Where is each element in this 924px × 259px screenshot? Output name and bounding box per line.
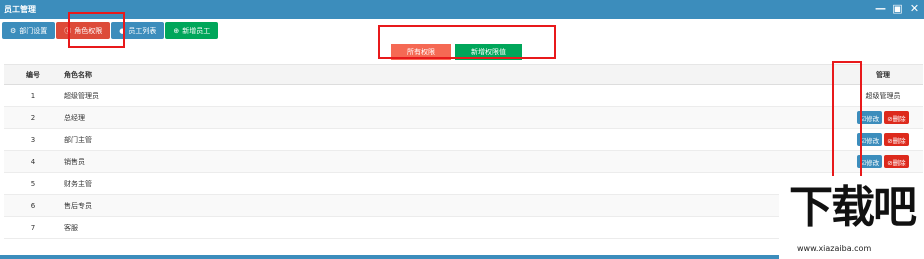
tab-department-settings[interactable]: ⚙ 部门设置 [2,22,56,39]
tab-employee-list[interactable]: ● 员工列表 [111,22,165,39]
edit-button[interactable]: ☑修改 [857,111,883,124]
delete-button[interactable]: ⊘删除 [884,133,909,146]
row-num: 4 [4,150,62,173]
column-header-num: 编号 [4,64,62,85]
row-role-name: 销售员 [62,150,843,173]
table-row: 2 总经理 ☑修改 ⊘删除 [4,106,923,129]
column-header-manage: 管理 [843,64,923,85]
tab-bar: ⚙ 部门设置 ⓘ 角色权限 ● 员工列表 ⊕ 新增员工 [2,22,219,39]
table-row: 1 超级管理员 超级管理员 [4,84,923,107]
tab-add-employee[interactable]: ⊕ 新增员工 [165,22,219,39]
tab-label: 部门设置 [19,26,48,35]
tab-label: 员工列表 [128,26,157,35]
row-role-name: 部门主管 [62,128,843,151]
table-header-row: 编号 角色名称 管理 [4,64,923,85]
user-icon: ● [119,26,126,35]
close-icon[interactable]: ✕ [909,1,920,16]
permission-actions: 所有权限 新增权限值 [391,44,522,60]
info-circle-icon: ⓘ [64,26,72,35]
watermark-logo: 下载吧 www.xiazaiba.com [779,176,924,259]
window-controls: — ▣ ✕ [875,1,920,16]
edit-button[interactable]: ☑修改 [857,155,883,168]
row-role-name: 财务主管 [62,172,843,195]
row-num: 6 [4,194,62,217]
watermark-url: www.xiazaiba.com [797,244,872,253]
row-manage-text: 超级管理员 [843,84,923,107]
plus-circle-icon: ⊕ [173,26,180,35]
tab-role-permissions[interactable]: ⓘ 角色权限 [56,22,111,39]
row-num: 7 [4,216,62,239]
maximize-icon[interactable]: ▣ [892,1,903,16]
row-role-name: 售后专员 [62,194,843,217]
all-permissions-button[interactable]: 所有权限 [391,44,451,60]
row-num: 2 [4,106,62,129]
add-permission-value-button[interactable]: 新增权限值 [455,44,522,60]
watermark-logo-text: 下载吧 [789,182,917,233]
edit-button[interactable]: ☑修改 [857,133,883,146]
minimize-icon[interactable]: — [875,1,886,16]
table-row: 3 部门主管 ☑修改 ⊘删除 [4,128,923,151]
delete-button[interactable]: ⊘删除 [884,111,909,124]
row-role-name: 总经理 [62,106,843,129]
row-num: 1 [4,84,62,107]
window-title: 员工管理 [4,5,36,14]
sitemap-icon: ⚙ [10,26,17,35]
delete-button[interactable]: ⊘删除 [884,155,909,168]
table-row: 4 销售员 ☑修改 ⊘删除 [4,150,923,173]
row-role-name: 客服 [62,216,843,239]
row-num: 5 [4,172,62,195]
tab-label: 角色权限 [74,26,103,35]
row-num: 3 [4,128,62,151]
window-titlebar: 员工管理 — ▣ ✕ [0,0,924,19]
tab-label: 新增员工 [182,26,211,35]
row-role-name: 超级管理员 [62,84,843,107]
column-header-name: 角色名称 [62,64,843,85]
